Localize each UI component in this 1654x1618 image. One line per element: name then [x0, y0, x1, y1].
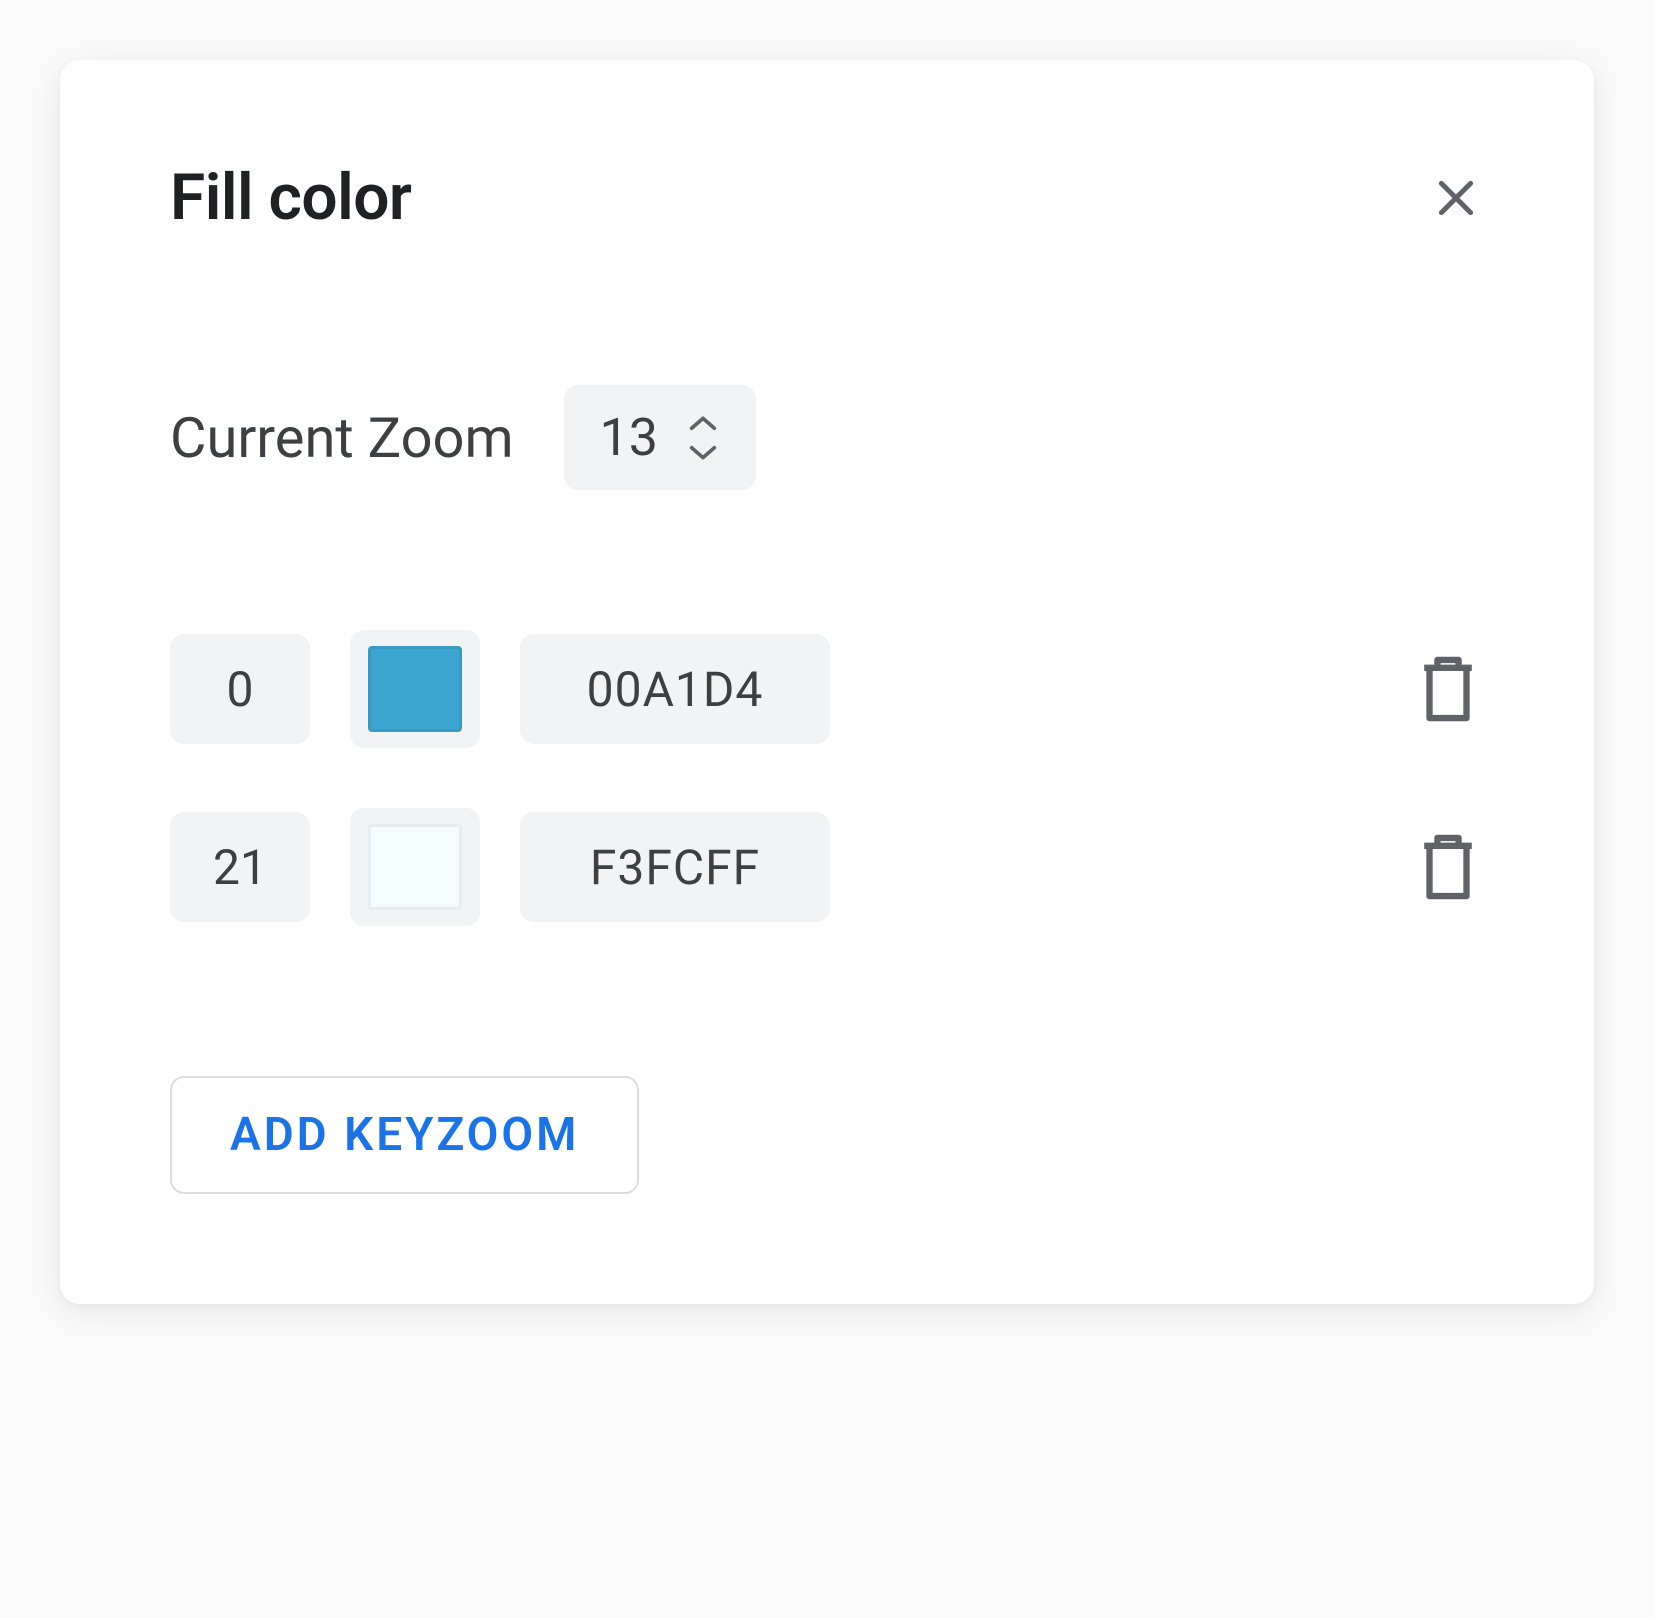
close-button[interactable]	[1428, 170, 1484, 226]
keyzoom-row: 21 F3FCFF	[170, 808, 1484, 926]
stepper-arrows	[686, 415, 720, 461]
fill-color-panel: Fill color Current Zoom 13 0 00A1D4	[60, 60, 1594, 1304]
zoom-stepper[interactable]: 13	[564, 385, 756, 490]
trash-icon	[1415, 830, 1481, 904]
chevron-down-icon[interactable]	[686, 443, 720, 461]
color-swatch	[368, 824, 462, 910]
zoom-value: 13	[600, 407, 658, 468]
current-zoom-label: Current Zoom	[170, 405, 514, 471]
color-swatch	[368, 646, 462, 732]
close-icon	[1431, 173, 1481, 223]
hex-input[interactable]: F3FCFF	[520, 812, 830, 922]
panel-title: Fill color	[170, 160, 411, 235]
delete-button[interactable]	[1412, 831, 1484, 903]
color-swatch-button[interactable]	[350, 630, 480, 748]
delete-button[interactable]	[1412, 653, 1484, 725]
current-zoom-row: Current Zoom 13	[170, 385, 1484, 490]
panel-header: Fill color	[170, 160, 1484, 235]
keyzoom-index-input[interactable]: 0	[170, 634, 310, 744]
keyzoom-index-input[interactable]: 21	[170, 812, 310, 922]
keyzoom-list: 0 00A1D4 21 F3FCFF	[170, 630, 1484, 926]
color-swatch-button[interactable]	[350, 808, 480, 926]
hex-input[interactable]: 00A1D4	[520, 634, 830, 744]
keyzoom-row: 0 00A1D4	[170, 630, 1484, 748]
add-keyzoom-button[interactable]: ADD KEYZOOM	[170, 1076, 639, 1194]
trash-icon	[1415, 652, 1481, 726]
chevron-up-icon[interactable]	[686, 415, 720, 433]
